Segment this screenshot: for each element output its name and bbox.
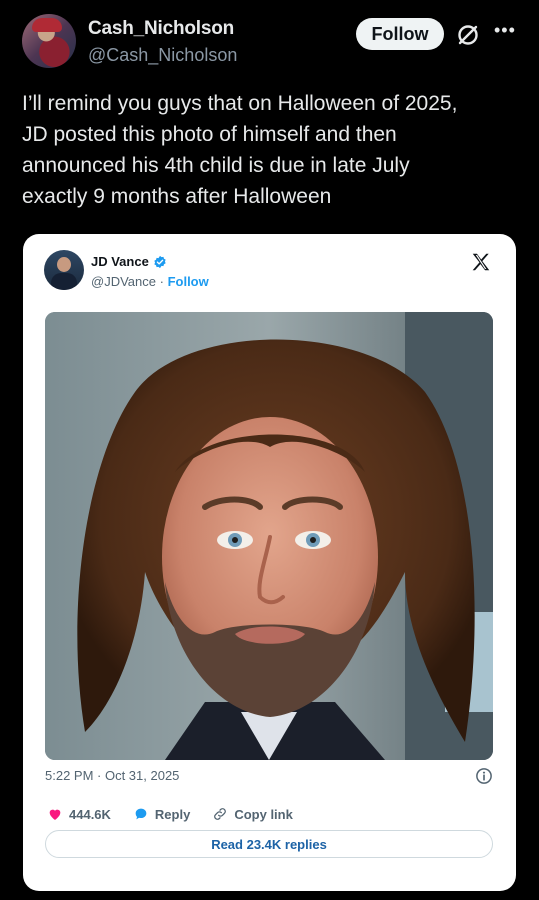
reply-bubble-icon	[135, 808, 147, 820]
grok-icon[interactable]	[456, 23, 480, 47]
post-timestamp[interactable]: 5:22 PM · Oct 31, 2025	[45, 768, 179, 783]
author-avatar[interactable]	[22, 14, 76, 68]
tweet-text: I’ll remind you guys that on Halloween o…	[22, 88, 522, 212]
link-icon	[214, 808, 227, 820]
reply-label: Reply	[154, 806, 191, 822]
tweet-text-line: announced his 4th child is due in late J…	[22, 154, 410, 177]
like-action[interactable]: 444.6K	[47, 806, 111, 822]
tweet-header: Cash_Nicholson @Cash_Nicholson Follow ••…	[22, 14, 522, 70]
post-actions: 444.6K Reply Copy link	[47, 805, 315, 823]
post-photo[interactable]	[45, 312, 493, 760]
info-icon[interactable]	[475, 767, 493, 785]
copy-link-action[interactable]: Copy link	[212, 806, 293, 822]
embed-author-handle[interactable]: @JDVance	[91, 274, 156, 289]
copy-link-label: Copy link	[234, 806, 293, 822]
read-replies-button[interactable]: Read 23.4K replies	[45, 830, 493, 858]
author-handle[interactable]: @Cash_Nicholson	[88, 45, 237, 66]
author-name[interactable]: Cash_Nicholson	[88, 18, 234, 40]
follow-button[interactable]: Follow	[356, 18, 444, 50]
selfie-image	[45, 312, 493, 760]
embed-separator: ·	[159, 274, 164, 289]
embedded-post-card[interactable]: JD Vance @JDVance · Follow 5:22 PM · Oct…	[23, 234, 516, 891]
embed-author-row: JD Vance	[91, 254, 167, 269]
reply-action[interactable]: Reply	[133, 806, 190, 822]
tweet-text-line: I’ll remind you guys that on Halloween o…	[22, 92, 458, 115]
embed-author-subline: @JDVance · Follow	[91, 274, 209, 289]
tweet-text-line: exactly 9 months after Halloween	[22, 185, 332, 208]
embed-author-avatar[interactable]	[44, 250, 84, 290]
embed-author-name[interactable]: JD Vance	[91, 254, 149, 269]
x-logo-icon[interactable]	[470, 251, 492, 273]
tweet-text-line: JD posted this photo of himself and then	[22, 123, 397, 146]
more-icon[interactable]: •••	[494, 20, 516, 41]
like-count: 444.6K	[69, 806, 111, 822]
embed-follow-link[interactable]: Follow	[168, 274, 209, 289]
verified-badge-icon	[154, 255, 166, 268]
heart-icon	[49, 809, 61, 820]
